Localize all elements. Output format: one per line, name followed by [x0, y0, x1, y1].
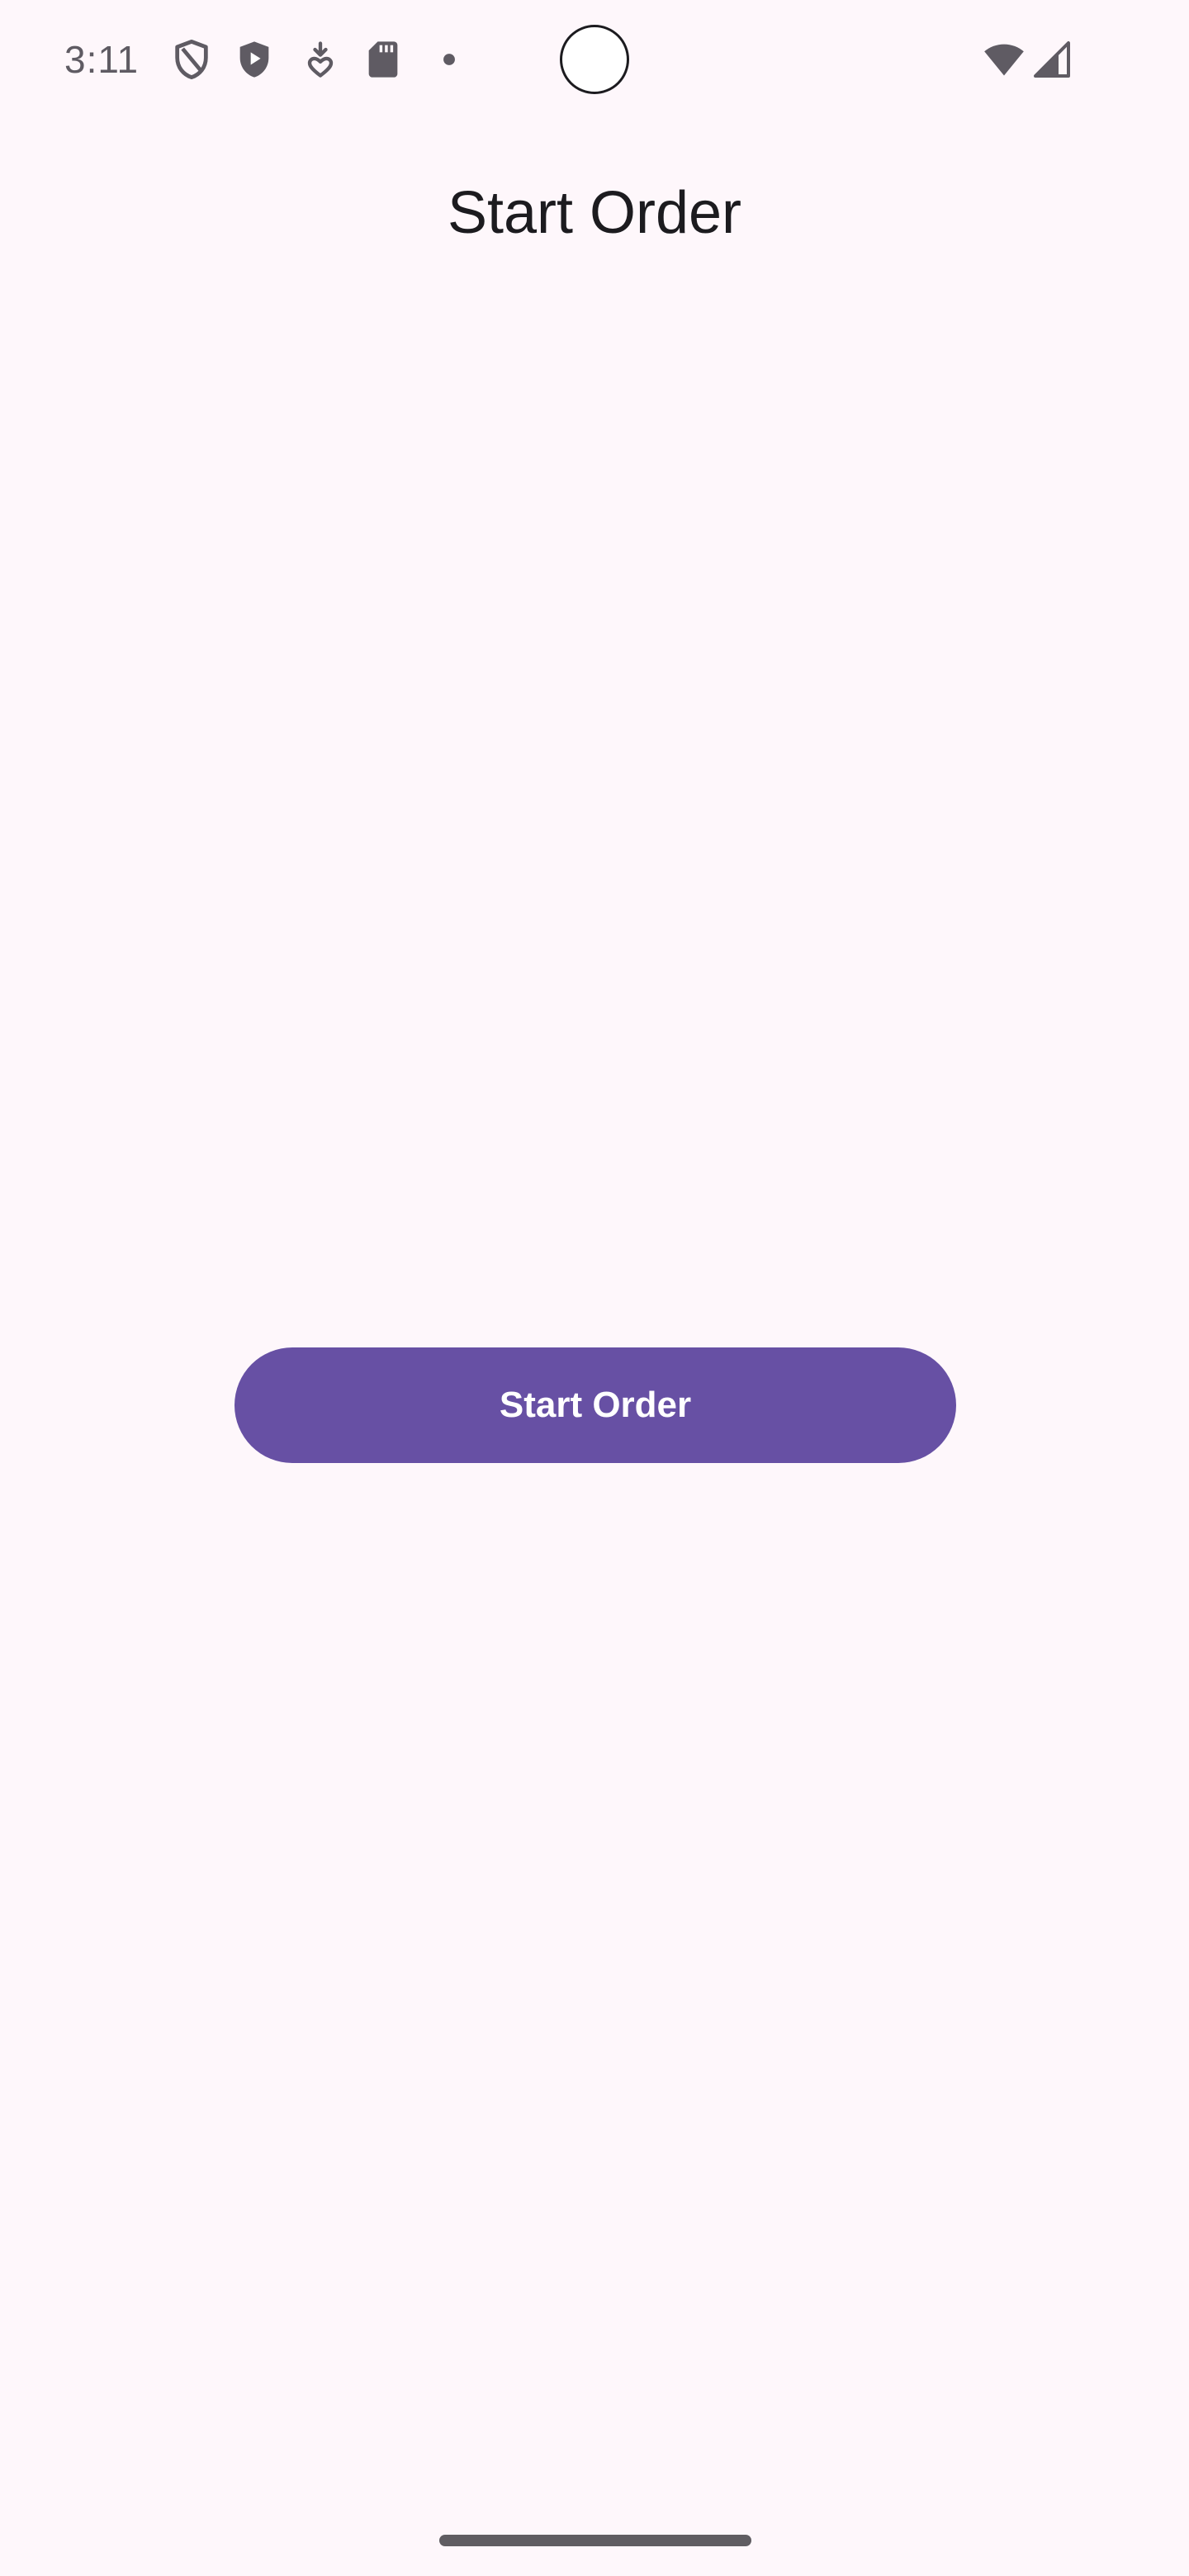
shield-play-icon: [233, 38, 276, 81]
camera-cutout: [560, 25, 629, 94]
notification-dot-icon: [428, 38, 471, 81]
home-indicator[interactable]: [439, 2535, 751, 2546]
status-time: 3:11: [64, 38, 140, 81]
page-title: Start Order: [447, 180, 742, 246]
sd-card-icon: [362, 38, 405, 81]
shield-outline-icon: [170, 38, 213, 81]
download-heart-icon: [299, 38, 342, 81]
cellular-signal-icon: [1032, 38, 1072, 81]
status-bar: 3:11: [0, 0, 1189, 124]
start-order-button[interactable]: Start Order: [234, 1347, 956, 1463]
wifi-icon: [981, 38, 1027, 81]
